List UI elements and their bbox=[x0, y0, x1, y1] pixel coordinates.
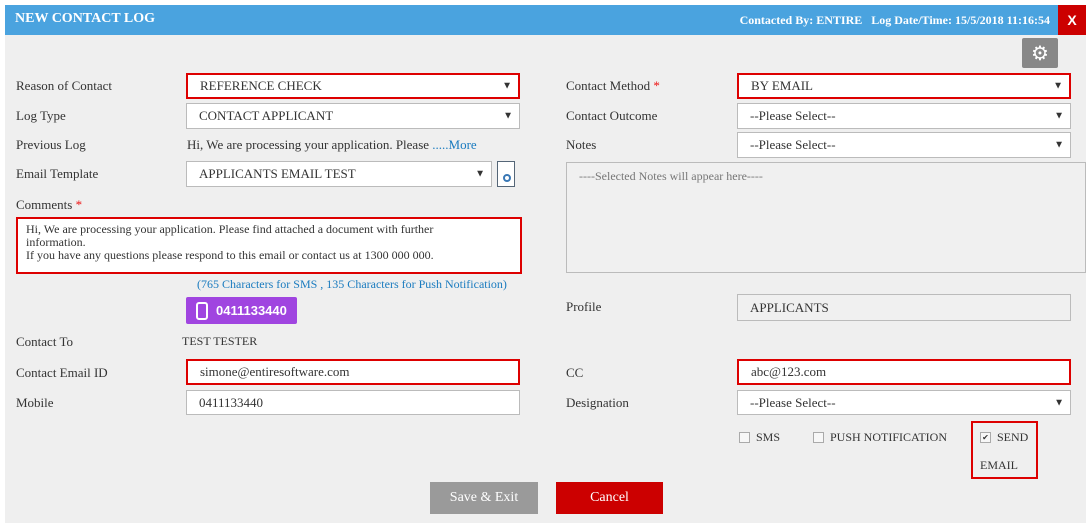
contact-to-value: TEST TESTER bbox=[182, 334, 258, 348]
checkbox-icon bbox=[813, 432, 824, 443]
contact-method-select[interactable]: BY EMAIL ▼ bbox=[737, 73, 1071, 99]
profile-label: Profile bbox=[566, 299, 602, 314]
contact-method-value: BY EMAIL bbox=[751, 78, 813, 93]
more-link[interactable]: .....More bbox=[432, 137, 476, 152]
send-label-line2: EMAIL bbox=[980, 458, 1018, 472]
dialog-title: NEW CONTACT LOG bbox=[15, 11, 156, 26]
comments-label: Comments * bbox=[16, 197, 83, 212]
contact-to-label: Contact To bbox=[16, 334, 73, 349]
cc-label: CC bbox=[566, 365, 584, 380]
profile-field: APPLICANTS bbox=[737, 294, 1071, 321]
log-type-select[interactable]: CONTACT APPLICANT ▼ bbox=[186, 103, 520, 129]
sms-label: SMS bbox=[756, 430, 781, 444]
notes-select[interactable]: --Please Select-- ▼ bbox=[737, 132, 1071, 158]
comments-textarea[interactable]: Hi, We are processing your application. … bbox=[16, 217, 522, 274]
designation-label: Designation bbox=[566, 395, 629, 410]
document-search-icon[interactable] bbox=[497, 161, 515, 187]
contacted-by: Contacted By: ENTIRE bbox=[739, 13, 863, 27]
contact-outcome-label: Contact Outcome bbox=[566, 108, 658, 123]
sms-checkbox[interactable]: SMS bbox=[739, 430, 780, 445]
send-label: SEND bbox=[997, 430, 1029, 444]
gear-icon: ⚙ bbox=[1031, 42, 1049, 65]
send-email-checkbox[interactable]: ✔ SEND bbox=[980, 430, 1028, 445]
previous-log-text: Hi, We are processing your application. … bbox=[187, 137, 477, 152]
contact-email-field[interactable]: simone@entiresoftware.com bbox=[186, 359, 520, 385]
cancel-button[interactable]: Cancel bbox=[556, 482, 663, 514]
notes-label: Notes bbox=[566, 137, 597, 152]
settings-button[interactable]: ⚙ bbox=[1022, 38, 1058, 68]
notes-value: --Please Select-- bbox=[750, 137, 836, 152]
email-template-select[interactable]: APPLICANTS EMAIL TEST ▼ bbox=[186, 161, 492, 187]
email-template-value: APPLICANTS EMAIL TEST bbox=[199, 166, 356, 181]
chevron-down-icon: ▼ bbox=[1054, 397, 1064, 408]
contact-outcome-select[interactable]: --Please Select-- ▼ bbox=[737, 103, 1071, 129]
checkbox-icon bbox=[739, 432, 750, 443]
contact-method-label: Contact Method * bbox=[566, 78, 660, 93]
log-datetime: Log Date/Time: 15/5/2018 11:16:54 bbox=[871, 13, 1050, 27]
header-meta: Contacted By: ENTIRE Log Date/Time: 15/5… bbox=[740, 13, 1050, 28]
mobile-label: Mobile bbox=[16, 395, 54, 410]
designation-value: --Please Select-- bbox=[750, 394, 836, 410]
dialog-header: NEW CONTACT LOG Contacted By: ENTIRE Log… bbox=[5, 5, 1086, 35]
checked-checkbox-icon: ✔ bbox=[980, 432, 991, 443]
required-marker: * bbox=[653, 78, 660, 93]
push-notification-checkbox[interactable]: PUSH NOTIFICATION bbox=[813, 430, 947, 445]
chevron-down-icon: ▼ bbox=[1054, 110, 1064, 122]
chevron-down-icon: ▼ bbox=[502, 80, 512, 92]
reason-label: Reason of Contact bbox=[16, 78, 113, 93]
cc-field[interactable]: abc@123.com bbox=[737, 359, 1071, 385]
save-exit-button[interactable]: Save & Exit bbox=[430, 482, 538, 514]
chevron-down-icon: ▼ bbox=[503, 110, 513, 122]
mobile-field[interactable]: 0411133440 bbox=[186, 390, 520, 415]
comments-line: If you have any questions please respond… bbox=[26, 248, 434, 262]
chevron-down-icon: ▼ bbox=[1054, 139, 1064, 151]
log-type-label: Log Type bbox=[16, 108, 66, 123]
close-button[interactable]: X bbox=[1058, 5, 1086, 35]
phone-number: 0411133440 bbox=[216, 303, 287, 318]
designation-select[interactable]: --Please Select-- ▼ bbox=[737, 390, 1071, 415]
mobile-phone-icon bbox=[196, 301, 208, 320]
contact-outcome-value: --Please Select-- bbox=[750, 108, 836, 123]
log-type-value: CONTACT APPLICANT bbox=[199, 108, 334, 123]
chevron-down-icon: ▼ bbox=[1053, 80, 1063, 92]
push-label: PUSH NOTIFICATION bbox=[830, 430, 948, 444]
email-template-label: Email Template bbox=[16, 166, 99, 181]
character-counts: (765 Characters for SMS , 135 Characters… bbox=[197, 277, 507, 291]
contact-email-label: Contact Email ID bbox=[16, 365, 108, 380]
selected-notes-area[interactable]: ----Selected Notes will appear here---- bbox=[566, 162, 1086, 273]
phone-badge[interactable]: 0411133440 bbox=[186, 297, 297, 324]
reason-value: REFERENCE CHECK bbox=[200, 78, 322, 93]
chevron-down-icon: ▼ bbox=[475, 168, 485, 180]
required-marker: * bbox=[75, 197, 83, 212]
reason-select[interactable]: REFERENCE CHECK ▼ bbox=[186, 73, 520, 99]
previous-log-label: Previous Log bbox=[16, 137, 86, 152]
comments-line: Hi, We are processing your application. … bbox=[26, 222, 434, 236]
